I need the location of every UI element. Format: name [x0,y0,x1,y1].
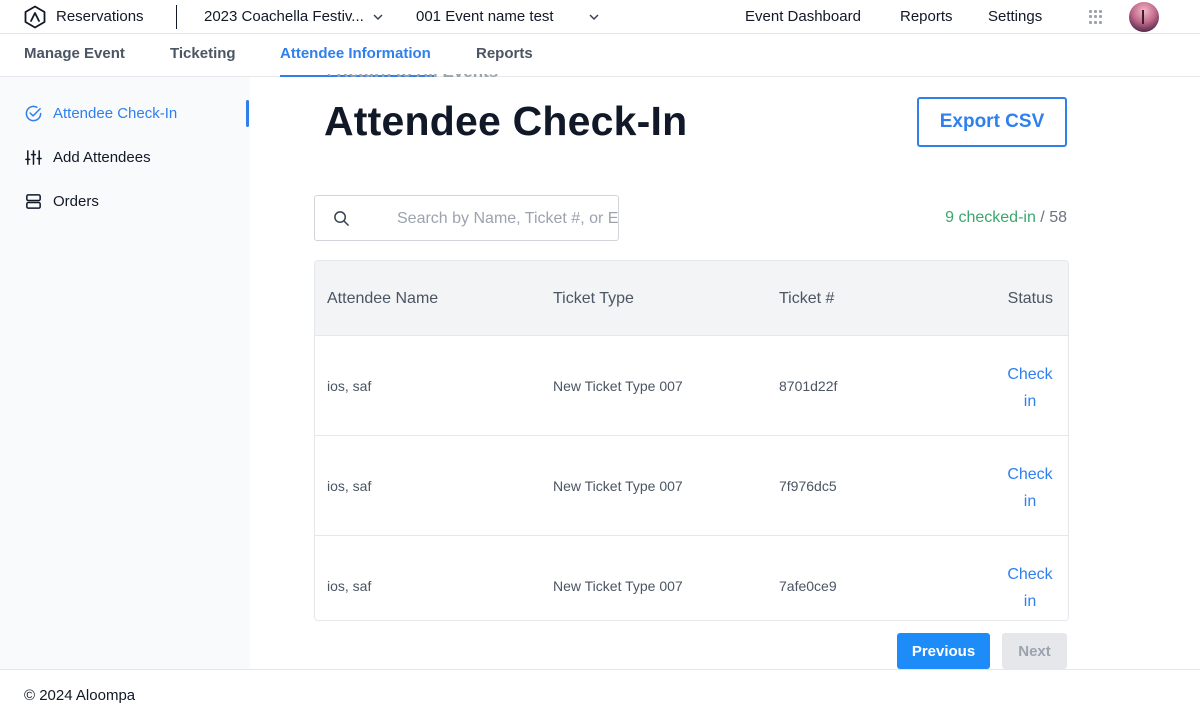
count-separator: / [1035,209,1050,226]
check-in-link[interactable]: Check in [1000,361,1060,415]
check-in-link[interactable]: Check in [1000,561,1060,615]
ticket-type-cell: New Ticket Type 007 [553,478,683,494]
next-page-button[interactable]: Next [1002,633,1067,669]
top-bar: Reservations 2023 Coachella Festiv... 00… [0,0,1200,34]
check-in-link-line-1: Check [1007,366,1053,383]
column-header-ticket-type[interactable]: Ticket Type [553,290,634,308]
sliders-icon [25,150,42,165]
column-header-status[interactable]: Status [1008,290,1053,308]
attendee-name-cell: ios, saf [327,478,372,494]
sidebar-active-indicator [246,100,249,127]
table-row: ios, saf New Ticket Type 007 7afe0ce9 Ch… [315,536,1068,620]
check-in-link-line-2: in [1023,393,1037,410]
copyright-text: © 2024 Aloompa [24,687,136,704]
check-in-link-line-2: in [1023,493,1037,510]
event-selector-value: 2023 Coachella Festiv... [204,8,364,25]
chevron-down-icon [589,13,599,20]
ticket-type-cell: New Ticket Type 007 [553,578,683,594]
search-field[interactable] [314,195,619,241]
sidebar-item-label: Add Attendees [53,149,151,166]
sidebar-item-label: Attendee Check-In [53,105,178,122]
column-header-attendee-name[interactable]: Attendee Name [327,290,438,308]
search-icon [334,211,349,226]
page-title: Attendee Check-In [324,98,688,144]
tab-attendee-information[interactable]: Attendee Information [280,45,431,62]
app-logo-icon[interactable] [23,5,47,29]
check-circle-icon [25,105,42,122]
ticket-type-cell: New Ticket Type 007 [553,378,683,394]
column-header-ticket-number[interactable]: Ticket # [779,290,834,308]
search-input[interactable] [397,208,618,230]
check-in-link-line-1: Check [1007,466,1053,483]
apps-grid-icon[interactable] [1089,10,1103,24]
tab-reports[interactable]: Reports [476,45,533,62]
sidebar-item-attendee-check-in[interactable]: Attendee Check-In [24,104,177,123]
check-in-link-line-2: in [1023,593,1037,610]
app-title[interactable]: Reservations [56,8,144,25]
nav-reports[interactable]: Reports [900,8,953,25]
nav-event-dashboard[interactable]: Event Dashboard [745,8,861,25]
check-in-link[interactable]: Check in [1000,461,1060,515]
tab-ticketing[interactable]: Ticketing [170,45,236,62]
table-row: ios, saf New Ticket Type 007 8701d22f Ch… [315,336,1068,436]
tab-manage-event[interactable]: Manage Event [24,45,125,62]
event-name-selector-value: 001 Event name test [416,8,554,25]
server-icon [26,194,41,209]
ticket-number-cell: 7afe0ce9 [779,578,837,594]
check-in-link-line-1: Check [1007,566,1053,583]
table-header: Attendee Name Ticket Type Ticket # Statu… [315,261,1068,336]
event-name-selector[interactable]: 001 Event name test [416,8,600,25]
sidebar-item-add-attendees[interactable]: Add Attendees [24,148,151,167]
ticket-number-cell: 7f976dc5 [779,478,837,494]
nav-settings[interactable]: Settings [988,8,1042,25]
attendee-name-cell: ios, saf [327,378,372,394]
user-avatar[interactable] [1129,2,1159,32]
footer: © 2024 Aloompa [0,669,1200,720]
checked-in-value: 9 checked-in [945,209,1036,226]
chevron-down-icon [373,13,383,20]
previous-page-button[interactable]: Previous [897,633,990,669]
checked-in-count: 9 checked-in / 58 [945,209,1067,227]
event-selector[interactable]: 2023 Coachella Festiv... [204,8,384,25]
sidebar-item-label: Orders [53,193,99,210]
table-row: ios, saf New Ticket Type 007 7f976dc5 Ch… [315,436,1068,536]
sidebar-item-orders[interactable]: Orders [24,192,99,211]
sub-nav: Manage Event Ticketing Attendee Informat… [0,34,1200,77]
export-csv-button[interactable]: Export CSV [917,97,1067,147]
divider [176,5,177,29]
sidebar: Attendee Check-In Add Attendees Orders [0,77,250,669]
attendee-table: Attendee Name Ticket Type Ticket # Statu… [314,260,1069,621]
total-value: 58 [1049,209,1067,226]
attendee-name-cell: ios, saf [327,578,372,594]
ticket-number-cell: 8701d22f [779,378,838,394]
